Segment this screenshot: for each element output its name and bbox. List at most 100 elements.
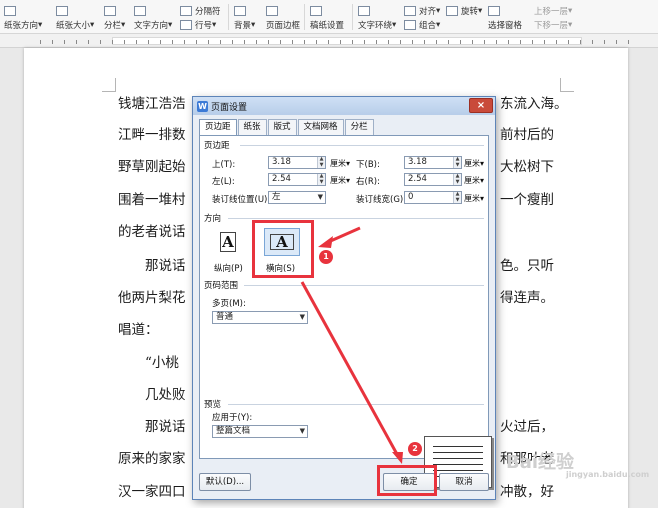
rotate-button[interactable]: 旋转 ▾	[446, 2, 482, 32]
close-button[interactable]: ×	[469, 98, 493, 113]
chevron-down-icon: ▼	[317, 193, 323, 201]
dialog-title: 页面设置	[211, 102, 248, 113]
tab-layout[interactable]: 版式	[267, 119, 297, 135]
left-margin-unit[interactable]: 厘米▾	[330, 175, 350, 186]
ruler-tick	[220, 40, 221, 44]
multiple-pages-select[interactable]: 普通 ▼	[212, 311, 308, 324]
doc-line-fragment: 冲散，好	[500, 484, 554, 500]
right-margin-unit[interactable]: 厘米▾	[464, 175, 484, 186]
doc-line: 江畔一排数	[118, 127, 186, 143]
baidu-watermark: Bai经验 jingyan.baidu.com	[506, 448, 649, 479]
paper-direction-icon	[4, 6, 16, 16]
manuscript-button[interactable]: 稿纸设置	[310, 2, 344, 32]
ruler-tick	[40, 40, 41, 44]
doc-line-fragment: 火过后，	[500, 419, 554, 435]
gutter-width-input[interactable]: 0 ▲ ▼	[404, 191, 462, 204]
gutter-position-select[interactable]: 左 ▼	[268, 191, 326, 204]
ruler-tick	[304, 40, 305, 44]
top-margin-input[interactable]: 3.18 ▲ ▼	[268, 156, 326, 169]
spinner-arrows-icon[interactable]: ▲ ▼	[453, 191, 461, 203]
layer-buttons[interactable]: 上移一层 ▾ 下移一层 ▾	[534, 2, 572, 32]
ruler-tick	[88, 40, 89, 44]
doc-line: “小桃	[145, 355, 179, 371]
watermark-brand: Bai经验	[506, 452, 575, 473]
apply-to-label: 应用于(Y):	[212, 413, 253, 423]
ruler-tick	[412, 40, 413, 44]
spinner-arrows-icon[interactable]: ▲ ▼	[453, 156, 461, 168]
ruler-tick	[376, 40, 377, 44]
page-border-button[interactable]: 页面边框	[266, 2, 300, 32]
right-margin-input[interactable]: 2.54 ▲ ▼	[404, 173, 462, 186]
preview-line	[433, 458, 483, 459]
columns-icon	[104, 6, 116, 16]
multiple-pages-label: 多页(M):	[212, 299, 246, 309]
top-margin-label: 上(T):	[212, 160, 236, 170]
paper-direction-button[interactable]: 纸张方向 ▾	[4, 2, 42, 32]
text-wrap-icon	[358, 6, 370, 16]
spinner-arrows-icon[interactable]: ▲ ▼	[317, 156, 325, 168]
page-break-button[interactable]: 分隔符 行号 ▾	[180, 2, 221, 32]
spinner-arrows-icon[interactable]: ▲ ▼	[453, 173, 461, 185]
ruler-tick	[484, 40, 485, 44]
ruler-tick	[184, 40, 185, 44]
doc-line: 的老者说话	[118, 224, 186, 240]
ruler-tick	[472, 40, 473, 44]
default-button[interactable]: 默认(D)...	[199, 473, 251, 491]
tab-document-grid[interactable]: 文档网格	[297, 119, 344, 135]
doc-line: 原来的家家	[118, 451, 186, 467]
dialog-titlebar[interactable]: W 页面设置 ×	[193, 97, 495, 115]
chevron-down-icon: ▼	[299, 313, 305, 321]
group-divider	[244, 285, 484, 286]
ruler-tick	[436, 40, 437, 44]
step-2-badge: 2	[408, 442, 422, 456]
top-margin-unit[interactable]: 厘米▾	[330, 158, 350, 169]
ruler-tick	[328, 40, 329, 44]
ruler-tick	[520, 40, 521, 44]
tab-columns[interactable]: 分栏	[344, 119, 374, 135]
paper-size-button[interactable]: 纸张大小 ▾	[56, 2, 94, 32]
group-divider	[240, 145, 484, 146]
selection-pane-button[interactable]: 选择窗格	[488, 2, 522, 32]
ruler-tick	[124, 40, 125, 44]
ruler-tick	[148, 40, 149, 44]
doc-line-fragment: 得连声。	[500, 290, 554, 306]
rotate-icon	[446, 6, 458, 16]
horizontal-ruler[interactable]	[0, 34, 658, 48]
text-wrap-button[interactable]: 文字环绕 ▾	[358, 2, 396, 32]
background-button[interactable]: 背景 ▾	[234, 2, 255, 32]
ruler-tick	[460, 40, 461, 44]
spinner-arrows-icon[interactable]: ▲ ▼	[317, 173, 325, 185]
portrait-option[interactable]: A	[214, 228, 242, 256]
ruler-tick	[256, 40, 257, 44]
gutter-width-unit[interactable]: 厘米▾	[464, 193, 484, 204]
doc-line-fragment: 大松树下	[500, 159, 554, 175]
align-button[interactable]: 对齐 ▾ 组合 ▾	[404, 2, 440, 32]
ruler-tick	[76, 40, 77, 44]
columns-button[interactable]: 分栏 ▾	[104, 2, 125, 32]
ruler-text-area	[112, 37, 582, 45]
ruler-tick	[364, 40, 365, 44]
doc-line: 汉一家四口	[118, 484, 186, 500]
tab-paper[interactable]: 纸张	[237, 119, 267, 135]
ruler-tick	[556, 40, 557, 44]
tab-margins[interactable]: 页边距	[199, 119, 237, 136]
left-margin-input[interactable]: 2.54 ▲ ▼	[268, 173, 326, 186]
gutter-position-label: 装订线位置(U):	[212, 195, 271, 205]
text-direction-button[interactable]: 文字方向 ▾	[134, 2, 172, 32]
ruler-tick	[388, 40, 389, 44]
left-margin-label: 左(L):	[212, 177, 235, 187]
bottom-margin-input[interactable]: 3.18 ▲ ▼	[404, 156, 462, 169]
group-divider	[228, 218, 484, 219]
right-margin-label: 右(R):	[356, 177, 380, 187]
step-1-badge: 1	[319, 250, 333, 264]
cancel-button[interactable]: 取消	[439, 473, 489, 491]
margin-corner-mark	[102, 78, 116, 92]
ruler-tick	[592, 40, 593, 44]
ruler-tick	[208, 40, 209, 44]
align-icon	[404, 6, 416, 16]
ruler-tick	[232, 40, 233, 44]
page-setup-dialog: W 页面设置 × 页边距 纸张 版式 文档网格 分栏 页边距 上(T): 3.1…	[192, 96, 496, 500]
bottom-margin-unit[interactable]: 厘米▾	[464, 158, 484, 169]
portrait-label[interactable]: 纵向(P)	[214, 262, 243, 274]
apply-to-select[interactable]: 整篇文档 ▼	[212, 425, 308, 438]
